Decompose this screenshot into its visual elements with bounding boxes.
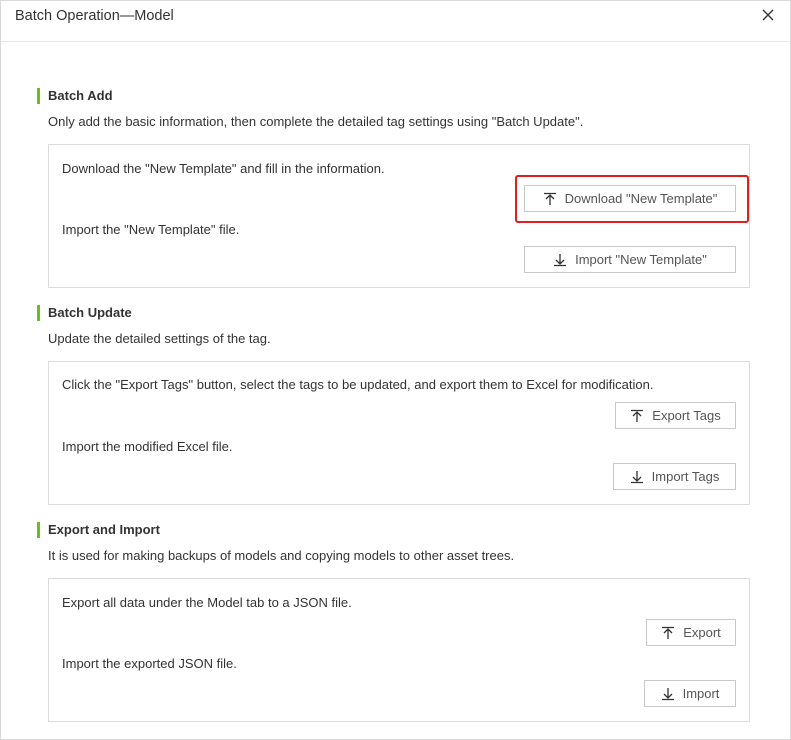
section-desc-batch-add: Only add the basic information, then com… (48, 114, 584, 129)
section-desc-export-import: It is used for making backups of models … (48, 548, 515, 563)
dialog-title: Batch Operation—Model (15, 8, 174, 24)
section-desc-batch-update: Update the detailed settings of the tag. (48, 331, 271, 346)
download-template-text: Download the "New Template" and fill in … (62, 161, 385, 176)
section-title-export-import: Export and Import (37, 522, 160, 538)
import-button[interactable]: Import (644, 680, 736, 707)
export-tags-label: Export Tags (652, 408, 721, 423)
download-arrow-icon (661, 687, 674, 700)
import-label: Import (682, 686, 720, 701)
import-json-text: Import the exported JSON file. (62, 656, 237, 671)
export-label: Export (683, 625, 721, 640)
import-tags-label: Import Tags (651, 469, 720, 484)
dialog-header: Batch Operation—Model (1, 1, 790, 42)
import-tags-button[interactable]: Import Tags (613, 463, 736, 490)
import-new-template-button[interactable]: Import "New Template" (524, 246, 736, 273)
import-new-template-label: Import "New Template" (575, 252, 707, 267)
export-tags-text: Click the "Export Tags" button, select t… (62, 377, 654, 392)
download-arrow-icon (630, 470, 643, 483)
upload-arrow-icon (631, 409, 644, 422)
upload-arrow-icon (662, 626, 675, 639)
close-icon[interactable] (760, 7, 776, 23)
download-arrow-icon (554, 253, 567, 266)
import-tags-text: Import the modified Excel file. (62, 439, 233, 454)
export-button[interactable]: Export (646, 619, 736, 646)
export-json-text: Export all data under the Model tab to a… (62, 595, 352, 610)
batch-operation-dialog: Batch Operation—Model Batch Add Only add… (0, 0, 791, 740)
highlight-box (515, 175, 749, 223)
import-template-text: Import the "New Template" file. (62, 222, 240, 237)
section-title-batch-update: Batch Update (37, 305, 132, 321)
export-import-panel: Export all data under the Model tab to a… (48, 578, 750, 722)
export-tags-button[interactable]: Export Tags (615, 402, 736, 429)
batch-update-panel: Click the "Export Tags" button, select t… (48, 361, 750, 505)
section-title-batch-add: Batch Add (37, 88, 113, 104)
